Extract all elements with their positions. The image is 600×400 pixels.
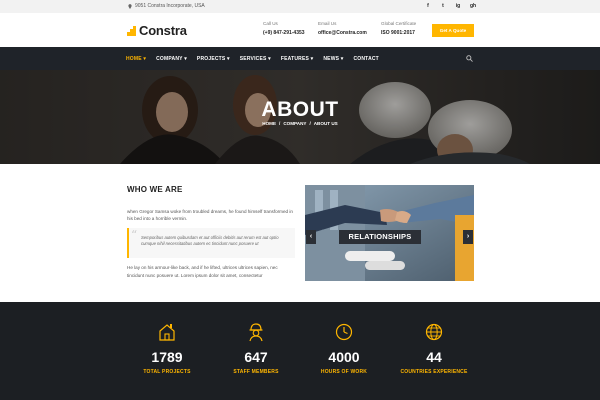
- slider-prev-button[interactable]: ‹: [306, 230, 316, 244]
- nav-item-features[interactable]: FEATURES ▾: [281, 56, 313, 62]
- slider-next-button[interactable]: ›: [463, 230, 473, 244]
- logo[interactable]: Constra: [127, 23, 187, 38]
- house-icon: [159, 324, 175, 341]
- breadcrumb-home[interactable]: HOME: [262, 121, 276, 126]
- nav-item-contact[interactable]: CONTACT: [353, 56, 378, 62]
- logo-mark-icon: [127, 25, 136, 36]
- stat-label: TOTAL PROJECTS: [143, 369, 191, 375]
- body-paragraph: He lay on his armour-like back, and if h…: [127, 265, 278, 278]
- social-links: f t ig gh: [425, 3, 476, 9]
- nav-item-services[interactable]: SERVICES ▾: [240, 56, 271, 62]
- breadcrumb-about-us: ABOUT US: [313, 121, 338, 126]
- section-heading: WHO WE ARE: [127, 185, 183, 194]
- quote-icon: “: [131, 228, 138, 242]
- get-a-quote-button[interactable]: Get A Quote: [432, 24, 474, 37]
- call-us-value[interactable]: (+9) 847-291-4353: [263, 30, 305, 36]
- nav-item-home[interactable]: HOME ▾: [126, 56, 146, 62]
- call-us-label: Call Us: [263, 21, 278, 26]
- email-us-info: Email Us office@Constra.com: [318, 21, 367, 36]
- nav-item-company[interactable]: COMPANY ▾: [156, 56, 187, 62]
- nav-item-news[interactable]: NEWS ▾: [323, 56, 343, 62]
- map-pin-icon: [128, 3, 132, 9]
- nav-item-projects[interactable]: PROJECTS ▾: [197, 56, 230, 62]
- breadcrumb-company[interactable]: COMPANY: [283, 121, 306, 126]
- stat-label: STAFF MEMBERS: [233, 369, 279, 375]
- stat-number: 647: [244, 349, 268, 365]
- search-icon[interactable]: [466, 55, 473, 62]
- breadcrumb: HOME / COMPANY / ABOUT US: [0, 121, 600, 126]
- page-title: ABOUT: [261, 98, 339, 121]
- worker-icon: [249, 323, 263, 342]
- stat-number: 44: [426, 349, 442, 365]
- quote-text: Semporibus autem quibusdam et aut offici…: [141, 235, 279, 246]
- globe-icon: [425, 323, 443, 341]
- certificate-label: Global Certificate: [381, 21, 417, 26]
- address: 9051 Constra Incorporate, USA: [128, 3, 205, 9]
- stat-label: COUNTRIES EXPERIENCE: [400, 369, 468, 375]
- stat-number: 1789: [151, 349, 183, 365]
- stat-number: 4000: [328, 349, 360, 365]
- top-bar: 9051 Constra Incorporate, USA f t ig gh: [0, 0, 600, 13]
- slide-caption: RELATIONSHIPS: [339, 230, 421, 244]
- email-us-value[interactable]: office@Constra.com: [318, 30, 367, 36]
- facebook-icon[interactable]: f: [425, 3, 431, 9]
- instagram-icon[interactable]: ig: [455, 3, 461, 9]
- main-nav: HOME ▾ COMPANY ▾ PROJECTS ▾ SERVICES ▾ F…: [0, 47, 600, 70]
- breadcrumb-separator: /: [309, 121, 311, 126]
- email-us-label: Email Us: [318, 21, 337, 26]
- blockquote: “ Semporibus autem quibusdam et aut offi…: [127, 228, 295, 258]
- call-us-info: Call Us (+9) 847-291-4353: [263, 21, 305, 36]
- clock-icon: [335, 323, 353, 341]
- certificate-value: ISO 9001:2017: [381, 30, 415, 36]
- page-banner: ABOUT HOME / COMPANY / ABOUT US: [0, 70, 600, 164]
- address-text: 9051 Constra Incorporate, USA: [135, 3, 205, 9]
- logo-text: Constra: [139, 23, 187, 38]
- breadcrumb-separator: /: [279, 121, 281, 126]
- twitter-icon[interactable]: t: [440, 3, 446, 9]
- stats-section: 1789 TOTAL PROJECTS 647 STAFF MEMBERS 40…: [0, 302, 600, 400]
- stat-label: HOURS OF WORK: [320, 369, 368, 375]
- header: Constra Call Us (+9) 847-291-4353 Email …: [0, 13, 600, 47]
- github-icon[interactable]: gh: [470, 3, 476, 9]
- intro-paragraph: when Gregor Samsa woke from troubled dre…: [127, 209, 293, 221]
- certificate-info: Global Certificate ISO 9001:2017: [381, 21, 416, 36]
